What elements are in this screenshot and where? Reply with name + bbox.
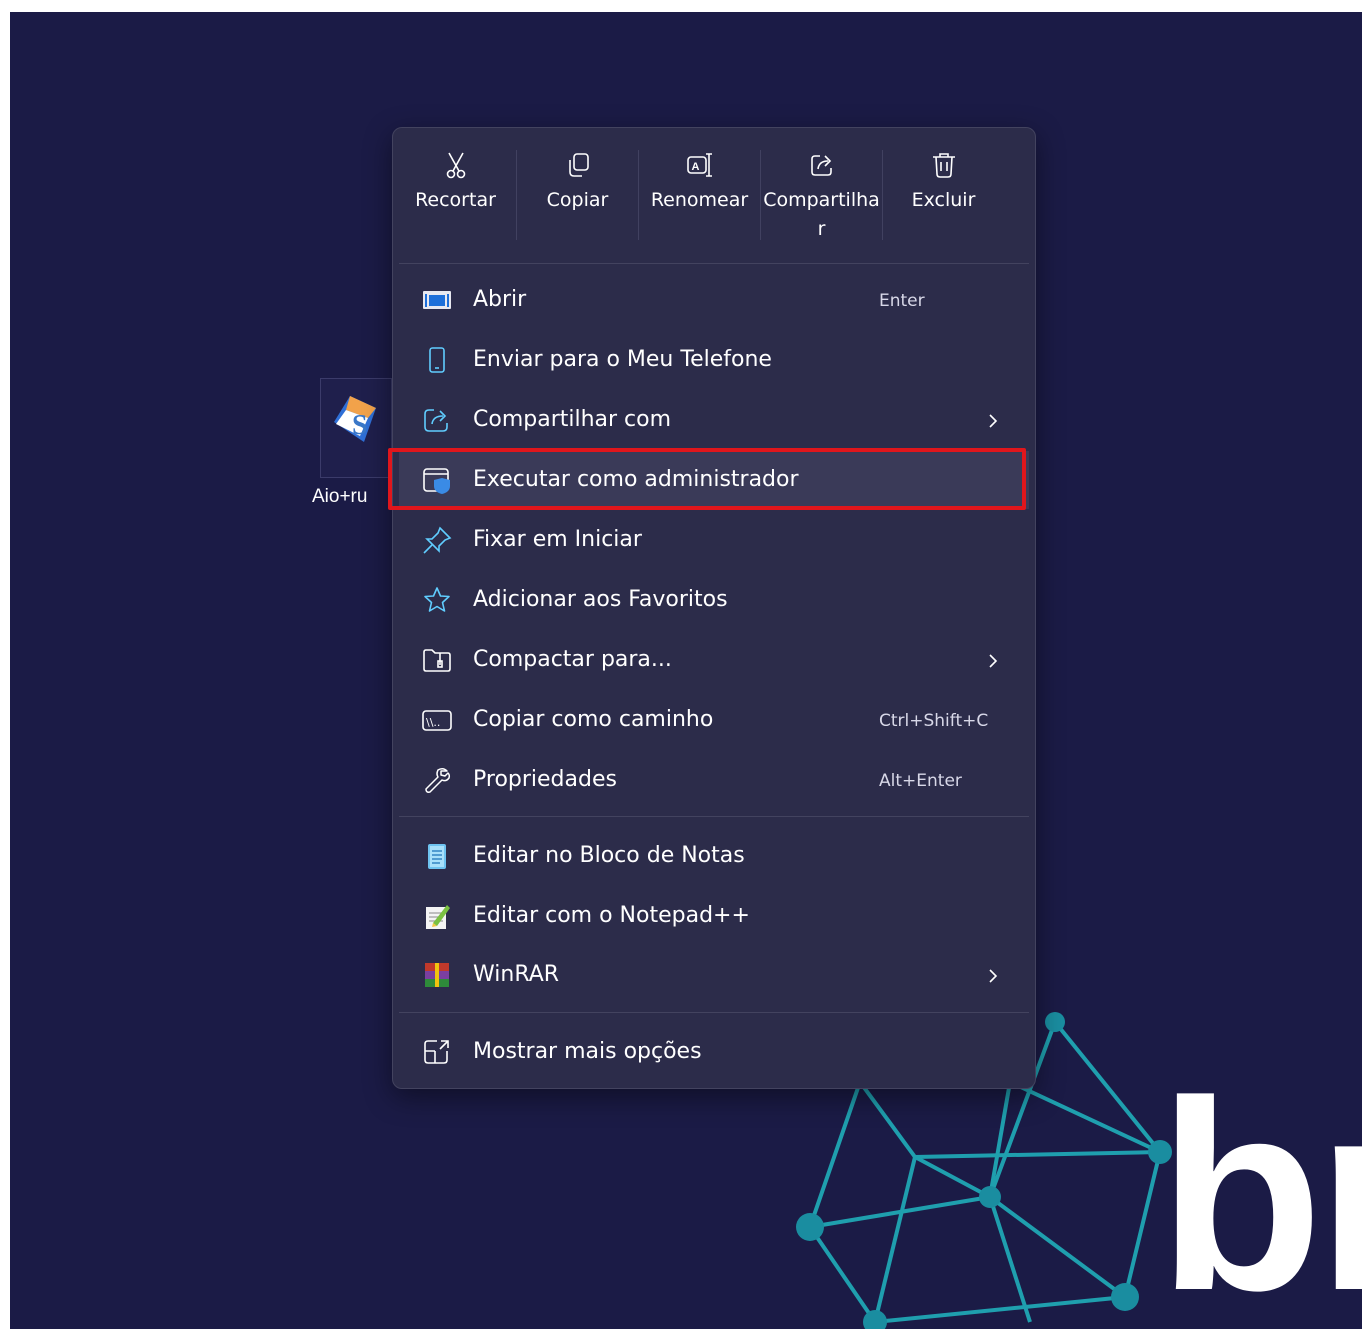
path-icon: \\.. (422, 710, 452, 731)
menu-separator (399, 263, 1029, 264)
menu-item-mostrar-mais-opcoes[interactable]: Mostrar mais opções (399, 1023, 1029, 1081)
scissors-icon (446, 152, 465, 179)
menu-item-label: Propriedades (473, 767, 617, 792)
menu-item-adicionar-favoritos[interactable]: Adicionar aos Favoritos (399, 571, 1029, 629)
menu-item-label: Editar com o Notepad++ (473, 903, 750, 928)
chevron-right-icon (989, 414, 998, 428)
wrench-icon (425, 767, 451, 793)
menu-item-fixar-iniciar[interactable]: Fixar em Iniciar (399, 511, 1029, 569)
menu-separator (399, 1012, 1029, 1013)
svg-text:A: A (691, 161, 699, 173)
menu-item-editar-bloco-notas[interactable]: Editar no Bloco de Notas (399, 827, 1029, 885)
compartilhar-button[interactable]: Compartilhar (761, 142, 882, 258)
compartilhar-label: Compartilhar (763, 189, 880, 240)
app-window-icon (423, 291, 451, 309)
winrar-icon (425, 963, 449, 987)
desktop-icon-label: Aio+ru (312, 486, 368, 507)
recortar-label: Recortar (415, 189, 496, 211)
menu-separator (399, 816, 1029, 817)
renomear-button[interactable]: A Renomear (639, 142, 760, 258)
menu-item-propriedades[interactable]: Propriedades Alt+Enter (399, 751, 1029, 809)
menu-item-label: Fixar em Iniciar (473, 527, 642, 552)
menu-item-editar-notepadpp[interactable]: Editar com o Notepad++ (399, 887, 1029, 945)
excluir-label: Excluir (911, 189, 976, 211)
rename-icon: A (686, 153, 712, 177)
phone-icon (429, 347, 445, 373)
notepadpp-icon (426, 905, 450, 929)
menu-item-abrir[interactable]: Abrir Enter (399, 271, 1029, 329)
menu-item-label: Compartilhar com (473, 407, 672, 432)
recortar-button[interactable]: Recortar (395, 142, 516, 258)
menu-item-shortcut: Alt+Enter (879, 771, 962, 791)
share-icon (810, 155, 832, 176)
copy-icon (568, 153, 589, 177)
menu-item-compactar[interactable]: Compactar para... (399, 631, 1029, 689)
chevron-right-icon (989, 969, 998, 983)
share-icon (424, 409, 448, 432)
menu-item-label: Compactar para... (473, 647, 672, 672)
menu-item-winrar[interactable]: WinRAR (399, 946, 1029, 1004)
menu-item-compartilhar-com[interactable]: Compartilhar com (399, 391, 1029, 449)
trash-icon (932, 153, 955, 178)
context-menu: Recortar Copiar A Renomear Compartilhar … (392, 127, 1036, 1089)
script-file-icon: S (334, 396, 376, 442)
svg-text:S: S (352, 410, 368, 441)
quick-actions-bar: Recortar Copiar A Renomear Compartilhar … (393, 128, 1035, 264)
menu-item-copiar-caminho[interactable]: \\.. Copiar como caminho Ctrl+Shift+C (399, 691, 1029, 749)
menu-item-label: Editar no Bloco de Notas (473, 843, 745, 868)
menu-item-enviar-telefone[interactable]: Enviar para o Meu Telefone (399, 331, 1029, 389)
more-options-icon (424, 1040, 449, 1064)
star-icon (424, 587, 450, 612)
menu-item-label: Mostrar mais opções (473, 1039, 702, 1064)
chevron-right-icon (989, 654, 998, 668)
copiar-button[interactable]: Copiar (517, 142, 638, 258)
copiar-label: Copiar (546, 189, 609, 211)
wallpaper-brand-text: br (1158, 1046, 1362, 1329)
excluir-button[interactable]: Excluir (883, 142, 1004, 258)
pin-icon (423, 526, 452, 554)
menu-item-label: Copiar como caminho (473, 707, 714, 732)
menu-item-label: Abrir (473, 287, 527, 312)
menu-item-label: Adicionar aos Favoritos (473, 587, 728, 612)
menu-item-shortcut: Enter (879, 291, 925, 311)
svg-text:\\..: \\.. (426, 716, 440, 729)
notepad-icon (428, 844, 446, 869)
zip-folder-icon (423, 649, 451, 672)
renomear-label: Renomear (650, 189, 749, 211)
menu-item-label: WinRAR (473, 962, 560, 987)
highlight-annotation-box (388, 448, 1026, 510)
menu-item-shortcut: Ctrl+Shift+C (879, 711, 989, 731)
menu-item-label: Enviar para o Meu Telefone (473, 347, 772, 372)
